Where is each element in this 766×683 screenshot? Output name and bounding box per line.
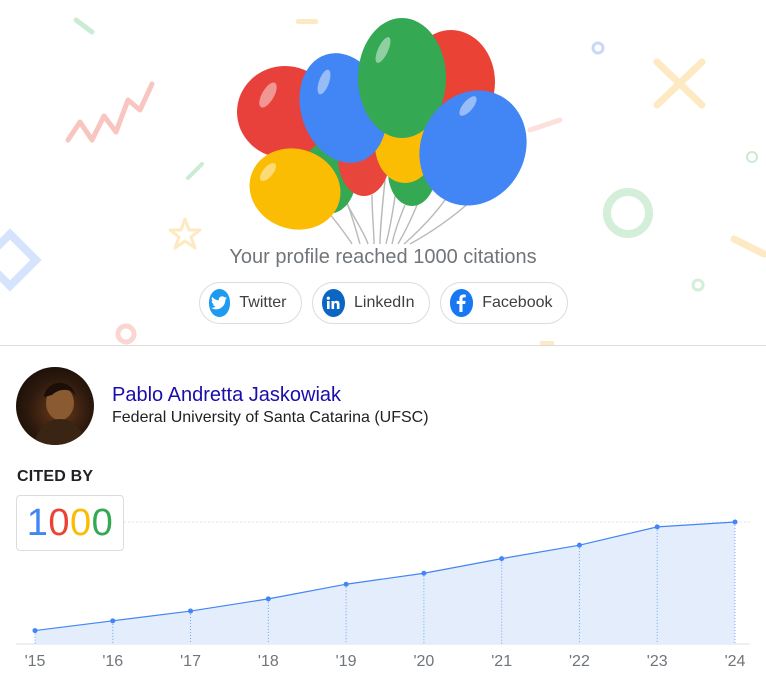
celebration-banner: Your profile reached 1000 citations Twit…: [0, 0, 766, 345]
chart-point: [654, 524, 660, 530]
share-buttons: Twitter LinkedIn Facebook: [0, 282, 766, 324]
chart-point: [499, 556, 505, 562]
share-linkedin-button[interactable]: LinkedIn: [311, 282, 430, 324]
twitter-icon: [208, 289, 231, 317]
profile-affiliation: Federal University of Santa Catarina (UF…: [112, 409, 429, 426]
share-facebook-label: Facebook: [482, 294, 553, 311]
share-linkedin-label: LinkedIn: [354, 294, 415, 311]
x-tick-label: '20: [413, 653, 434, 670]
profile-name[interactable]: Pablo Andretta Jaskowiak: [112, 383, 429, 407]
chart-point: [421, 570, 427, 576]
section-divider: [0, 345, 766, 346]
share-twitter-label: Twitter: [239, 294, 287, 311]
x-tick-label: '24: [725, 653, 746, 670]
avatar[interactable]: [16, 367, 94, 445]
chart-area: [35, 522, 735, 644]
profile-header: Pablo Andretta Jaskowiak Federal Univers…: [16, 367, 429, 445]
x-tick-label: '15: [25, 653, 46, 670]
linkedin-icon: [321, 289, 345, 317]
x-tick-label: '16: [102, 653, 123, 670]
citations-chart: '15 '16 '17 '18 '19 '20 '21 '22 '23 '24: [16, 519, 750, 670]
share-twitter-button[interactable]: Twitter: [198, 282, 302, 324]
chart-point: [110, 618, 116, 624]
x-tick-label: '21: [491, 653, 512, 670]
x-tick-label: '17: [180, 653, 201, 670]
chart-point: [265, 596, 271, 602]
share-facebook-button[interactable]: Facebook: [439, 282, 568, 324]
x-tick-label: '23: [647, 653, 668, 670]
chart-point: [188, 608, 194, 614]
chart-point: [343, 581, 349, 587]
celebration-message: Your profile reached 1000 citations: [229, 246, 537, 268]
cited-by-label: CITED BY: [17, 468, 94, 485]
chart-point: [576, 542, 582, 548]
profile-info: Pablo Andretta Jaskowiak Federal Univers…: [112, 383, 429, 429]
x-tick-label: '18: [258, 653, 279, 670]
chart-point: [732, 519, 738, 525]
facebook-icon: [449, 289, 474, 317]
chart-point: [32, 628, 38, 634]
x-tick-label: '19: [336, 653, 357, 670]
x-tick-label: '22: [569, 653, 590, 670]
